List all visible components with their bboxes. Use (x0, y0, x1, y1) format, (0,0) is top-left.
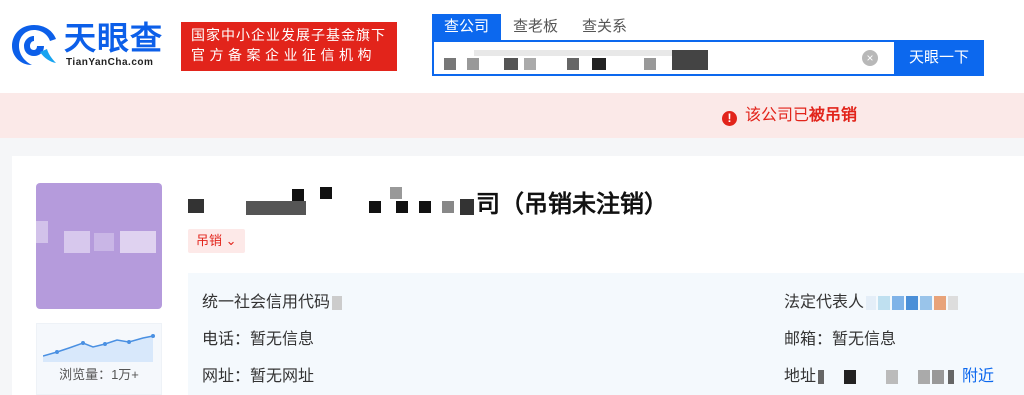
clear-search-icon[interactable]: × (862, 50, 878, 66)
affiliation-line-1: 国家中小企业发展子基金旗下 (191, 27, 386, 43)
tab-relation[interactable]: 查关系 (582, 14, 627, 40)
legal-rep-field: 法定代表人 (784, 293, 959, 313)
revoked-notice-bar: ! 该公司已被吊销 (0, 93, 1024, 138)
company-card: 浏览量：1万+ 司（吊销未注销） 吊销 ⌄ 统一社会信用代码 电话：暂无信息 网… (12, 156, 1024, 395)
exclamation-icon: ! (722, 111, 737, 126)
address-field: 地址 附近 (784, 367, 994, 387)
views-count: 浏览量：1万+ (59, 367, 139, 382)
affiliation-badge: 国家中小企业发展子基金旗下 官方备案企业征信机构 (181, 22, 397, 71)
phone-field: 电话：暂无信息 (202, 331, 315, 348)
notice-emphasis: 被吊销 (809, 107, 858, 124)
website-field: 网址：暂无网址 (202, 368, 315, 385)
company-title: 司（吊销未注销） (186, 184, 668, 218)
brand-name: 天眼查 (64, 20, 164, 56)
chevron-down-icon: ⌄ (225, 233, 237, 248)
company-name-suffix: 司（吊销未注销） (476, 191, 668, 218)
top-header: 天眼查 TianYanCha.com 国家中小企业发展子基金旗下 官方备案企业征… (0, 0, 1024, 93)
tab-boss[interactable]: 查老板 (513, 14, 558, 40)
company-avatar (36, 183, 162, 309)
search-input[interactable]: × (432, 40, 894, 76)
revoked-notice: ! 该公司已被吊销 (722, 106, 857, 126)
tianyancha-logo[interactable]: 天眼查 TianYanCha.com (10, 20, 170, 72)
tab-company[interactable]: 查公司 (432, 14, 502, 40)
email-field: 邮箱：暂无信息 (784, 331, 897, 348)
status-label: 吊销 (196, 233, 223, 248)
company-info-panel: 统一社会信用代码 电话：暂无信息 网址：暂无网址 法定代表人 邮箱：暂无信息 地… (188, 273, 1024, 395)
views-widget: 浏览量：1万+ (36, 323, 162, 395)
company-name-masked (186, 186, 476, 217)
credit-code-label: 统一社会信用代码 (202, 294, 331, 311)
status-tag[interactable]: 吊销 ⌄ (188, 229, 245, 253)
address-label: 地址 (784, 368, 817, 385)
views-trend-icon (43, 334, 155, 362)
affiliation-line-2: 官方备案企业征信机构 (191, 47, 376, 63)
notice-prefix: 该公司已 (745, 107, 810, 124)
logo-eye-icon (12, 25, 56, 65)
credit-code-field: 统一社会信用代码 (202, 293, 343, 313)
legal-rep-label: 法定代表人 (784, 294, 865, 311)
search-button[interactable]: 天眼一下 (894, 40, 984, 76)
brand-domain: TianYanCha.com (66, 57, 154, 68)
nearby-link[interactable]: 附近 (962, 368, 994, 385)
